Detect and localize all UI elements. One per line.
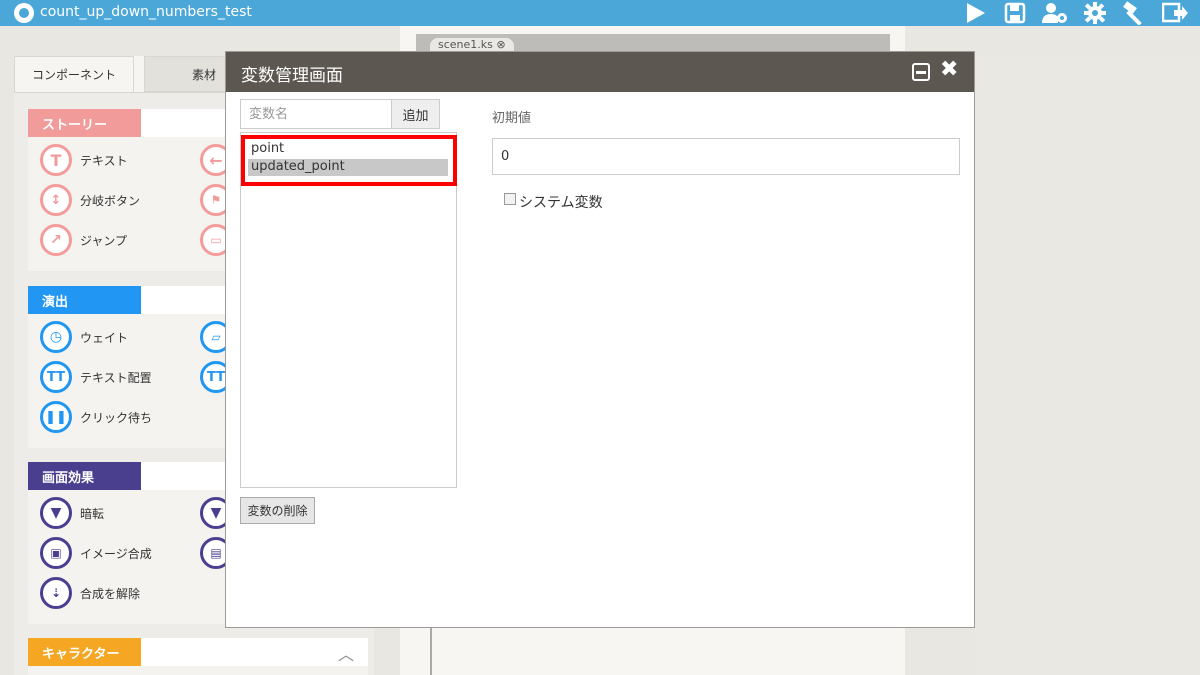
component-wait[interactable]: ◷ ウェイト — [40, 320, 128, 354]
component-text-position[interactable]: TT テキスト配置 — [40, 360, 152, 394]
build-icon[interactable] — [1122, 0, 1148, 26]
component-label: 合成を解除 — [80, 586, 141, 601]
project-title: count_up_down_numbers_test — [40, 4, 252, 20]
system-variable-checkbox[interactable] — [504, 193, 516, 205]
section-screen-effects-label: 画面効果 — [28, 462, 141, 490]
variable-name-input[interactable] — [240, 99, 392, 129]
component-label: 暗転 — [80, 506, 105, 521]
component-click-wait[interactable]: ❚❚ クリック待ち — [40, 400, 152, 434]
dialog-header: 変数管理画面 ✖ — [226, 52, 974, 92]
clock-icon: ◷ — [40, 321, 72, 353]
initial-value-input[interactable] — [492, 138, 960, 175]
system-variable-label: システム変数 — [519, 195, 603, 211]
component-label: イメージ合成 — [80, 546, 152, 561]
section-character-label: キャラクター — [28, 638, 141, 666]
dialog-title: 変数管理画面 — [241, 66, 343, 86]
save-icon[interactable] — [1002, 0, 1028, 26]
variable-manager-dialog: 変数管理画面 ✖ 追加 point updated_point 変数の削除 初期… — [225, 51, 975, 628]
release-compose-icon: ⇣ — [40, 577, 72, 609]
component-label: テキスト — [80, 153, 128, 168]
component-image-compose[interactable]: ▣ イメージ合成 — [40, 536, 152, 570]
component-label: ウェイト — [80, 330, 129, 345]
tab-components[interactable]: コンポーネント — [14, 56, 134, 92]
user-settings-icon[interactable] — [1042, 0, 1068, 26]
text-position-icon: TT — [40, 361, 72, 393]
editor-divider — [430, 628, 432, 675]
section-character: キャラクター ︿ — [28, 638, 368, 675]
highlight-annotation — [241, 135, 457, 186]
component-jump[interactable]: ↗ ジャンプ — [40, 223, 127, 257]
component-label: テキスト配置 — [80, 370, 152, 385]
jump-icon: ↗ — [40, 224, 72, 256]
component-label: ジャンプ — [80, 233, 128, 248]
minimize-icon[interactable] — [912, 63, 930, 81]
text-t-icon: T — [40, 144, 72, 176]
branch-icon: ↕ — [40, 184, 72, 216]
collapse-chevron-up-icon[interactable]: ︿ — [338, 641, 354, 665]
gear-icon[interactable] — [1082, 0, 1108, 26]
component-label: 分岐ボタン — [80, 193, 141, 208]
preview-area — [975, 56, 1200, 675]
initial-value-label: 初期値 — [492, 111, 532, 126]
component-label: クリック待ち — [80, 410, 153, 425]
component-blackout[interactable]: ▼ 暗転 — [40, 496, 104, 530]
pause-icon: ❚❚ — [40, 401, 72, 433]
add-variable-button[interactable]: 追加 — [391, 99, 440, 129]
toolbar — [962, 0, 1188, 26]
section-effects-label: 演出 — [28, 286, 141, 314]
image-icon: ▣ — [40, 537, 72, 569]
component-text[interactable]: T テキスト — [40, 143, 128, 177]
exit-icon[interactable] — [1162, 0, 1188, 26]
component-branch-button[interactable]: ↕ 分岐ボタン — [40, 183, 140, 217]
component-release-compose[interactable]: ⇣ 合成を解除 — [40, 576, 140, 610]
play-icon[interactable] — [962, 0, 988, 26]
shield-icon: ▼ — [40, 497, 72, 529]
app-logo-icon — [14, 3, 34, 23]
close-icon[interactable]: ✖ — [940, 57, 958, 82]
delete-variable-button[interactable]: 変数の削除 — [240, 497, 315, 524]
app-titlebar: count_up_down_numbers_test — [0, 0, 1200, 26]
section-story-label: ストーリー — [28, 109, 141, 137]
